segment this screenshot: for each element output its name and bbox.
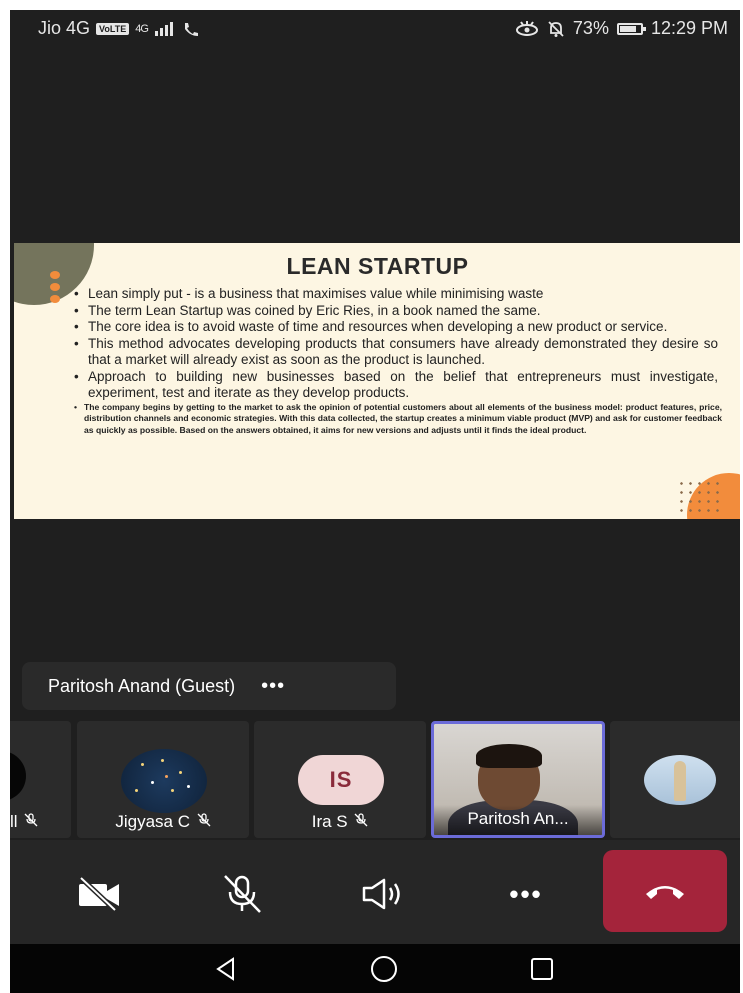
participant-strip[interactable]: ll Jigyasa C IS Ira S Paritosh An... (10, 721, 740, 838)
call-controls: ••• (10, 840, 740, 944)
mic-off-icon (21, 813, 39, 830)
battery-percent: 73% (572, 18, 609, 38)
carrier-label: Jio 4G (38, 18, 91, 38)
camera-off-icon (79, 876, 119, 912)
slide-bullet: Approach to building new businesses base… (74, 369, 718, 402)
battery-icon (616, 22, 646, 35)
participant-tile[interactable]: Jigyasa C (77, 721, 249, 838)
clock: 12:29 PM (650, 18, 728, 38)
participant-name: ll (10, 812, 18, 831)
notifications-off-icon (548, 20, 564, 37)
system-nav-bar (10, 944, 740, 993)
slide-bullet: The term Lean Startup was coined by Eric… (74, 303, 718, 320)
participant-name: Ira S (311, 812, 348, 831)
home-icon (371, 956, 397, 982)
back-button[interactable] (206, 954, 246, 984)
mic-off-icon (224, 875, 261, 913)
recents-button[interactable] (522, 954, 562, 984)
slide-bullets: Lean simply put - is a business that max… (74, 286, 722, 436)
participant-name: Paritosh An... (467, 809, 569, 828)
call-icon (184, 22, 198, 36)
status-bar: Jio 4G VoLTE 4G 73% 12:29 PM (10, 10, 740, 46)
presenter-more-button[interactable]: ••• (261, 675, 285, 698)
hang-up-icon (646, 886, 684, 899)
volte-badge: VoLTE (96, 22, 130, 35)
participant-tile-active[interactable]: Paritosh An... (431, 721, 605, 838)
speaker-button[interactable] (356, 872, 412, 916)
avatar: IS (298, 755, 384, 805)
presenter-name-pill[interactable]: Paritosh Anand (Guest) ••• (22, 662, 396, 710)
participant-tile[interactable]: ll (10, 721, 71, 838)
end-call-button[interactable] (603, 850, 727, 932)
participant-name: Jigyasa C (115, 812, 190, 831)
presenter-name: Paritosh Anand (Guest) (48, 675, 236, 696)
slide-bullet: This method advocates developing product… (74, 336, 718, 369)
recents-icon (531, 958, 553, 980)
slide-bullet: The core idea is to avoid waste of time … (74, 319, 718, 336)
avatar (644, 755, 716, 805)
participant-tile[interactable] (610, 721, 740, 838)
signal-icon (154, 21, 173, 36)
avatar (121, 749, 207, 813)
more-options-button[interactable]: ••• (498, 872, 554, 916)
home-button[interactable] (364, 954, 404, 984)
decorative-dot-grid (677, 479, 723, 515)
network-type: 4G (135, 22, 149, 35)
phone-screen: Jio 4G VoLTE 4G 73% 12:29 PM LEAN STARTU… (10, 10, 740, 993)
participant-tile[interactable]: IS Ira S (254, 721, 426, 838)
slide-bullet-small: The company begins by getting to the mar… (74, 402, 722, 437)
slide-title: LEAN STARTUP (286, 253, 469, 279)
avatar (10, 751, 26, 801)
slide-bullet: Lean simply put - is a business that max… (74, 286, 718, 303)
mute-button[interactable] (214, 872, 270, 916)
mic-off-icon (351, 813, 369, 830)
mic-off-icon (193, 813, 211, 830)
eye-comfort-icon (515, 20, 538, 36)
camera-off-button[interactable] (72, 872, 128, 916)
shared-slide: LEAN STARTUP Lean simply put - is a busi… (14, 243, 740, 519)
back-icon (216, 957, 234, 981)
speaker-icon (362, 878, 400, 910)
